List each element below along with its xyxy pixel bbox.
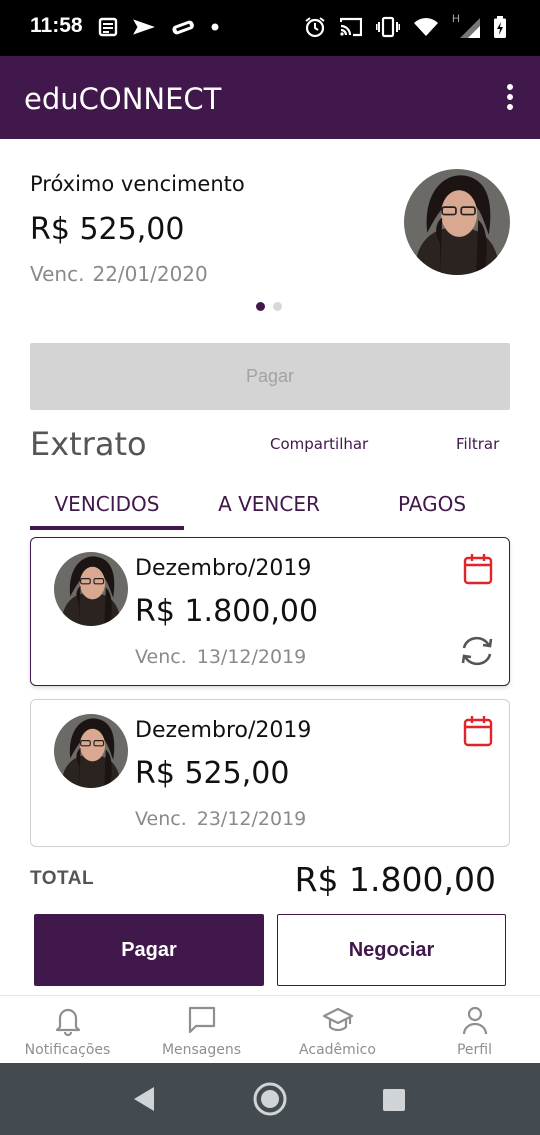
nav-label: Acadêmico (299, 1042, 376, 1058)
avatar (54, 552, 128, 626)
battery-icon (494, 16, 506, 38)
nav-item-messages[interactable]: Mensagens (134, 996, 269, 1064)
status-time: 11:58 (30, 14, 83, 37)
avatar (54, 714, 128, 788)
item-month: Dezembro/2019 (135, 718, 312, 743)
item-month: Dezembro/2019 (135, 556, 312, 581)
item-due-date: 13/12/2019 (196, 646, 307, 668)
status-bar: 11:58 H (0, 0, 540, 56)
recent-apps-icon[interactable] (383, 1089, 405, 1111)
home-icon[interactable] (252, 1081, 288, 1117)
nav-item-notifications[interactable]: Notificações (0, 996, 135, 1064)
message-icon (188, 1006, 215, 1034)
total-value: R$ 1.800,00 (294, 860, 496, 899)
statement-title: Extrato (30, 425, 147, 463)
next-due-amount: R$ 525,00 (30, 212, 185, 247)
filter-link[interactable]: Filtrar (456, 435, 499, 453)
back-icon[interactable] (130, 1085, 158, 1113)
item-due-label: Venc. (135, 646, 187, 668)
dot-icon (211, 23, 219, 31)
tab-pagos[interactable]: PAGOS (354, 482, 510, 530)
calendar-icon (463, 554, 493, 585)
item-due-date: 23/12/2019 (196, 808, 307, 830)
news-icon (98, 17, 118, 37)
item-amount: R$ 525,00 (135, 756, 290, 791)
statement-item[interactable]: Dezembro/2019 R$ 525,00 Venc. 23/12/2019 (30, 699, 510, 847)
pager-dot[interactable] (273, 302, 282, 311)
avatar[interactable] (404, 169, 510, 275)
alarm-icon (305, 17, 325, 38)
nav-label: Notificações (24, 1042, 111, 1058)
calendar-icon (463, 716, 493, 747)
game-icon (172, 20, 194, 35)
tab-indicator (30, 526, 184, 530)
pager-dot-active[interactable] (256, 302, 265, 311)
app-title: eduCONNECT (24, 82, 222, 116)
person-icon (462, 1006, 487, 1035)
more-vert-icon[interactable] (502, 84, 518, 112)
next-due-date-label: Venc. (30, 262, 85, 286)
tab-a-vencer[interactable]: A VENCER (184, 482, 354, 530)
total-label: TOTAL (30, 868, 95, 889)
carousel-pager (256, 302, 282, 311)
next-due-date-row: Venc. 22/01/2020 (30, 262, 208, 286)
nav-label: Perfil (456, 1042, 493, 1058)
vibrate-icon (376, 16, 400, 38)
nav-label: Mensagens (161, 1042, 242, 1058)
cast-icon (340, 17, 362, 37)
item-due-row: Venc. 23/12/2019 (135, 808, 306, 830)
next-due-label: Próximo vencimento (30, 172, 245, 196)
tab-vencidos[interactable]: VENCIDOS (30, 482, 184, 530)
pay-next-button[interactable]: Pagar (30, 343, 510, 410)
signal-network-label: H (452, 13, 460, 25)
send-icon (133, 19, 155, 35)
system-nav-bar (0, 1063, 540, 1135)
item-due-row: Venc. 13/12/2019 (135, 646, 306, 668)
next-due-date: 22/01/2020 (92, 262, 208, 286)
app-bar: eduCONNECT (0, 56, 540, 139)
nav-item-profile[interactable]: Perfil (407, 996, 540, 1064)
graduation-cap-icon (322, 1007, 353, 1032)
sync-icon[interactable] (459, 634, 495, 668)
statement-item[interactable]: Dezembro/2019 R$ 1.800,00 Venc. 13/12/201… (30, 537, 510, 686)
bell-icon (55, 1008, 80, 1036)
bottom-nav: Notificações Mensagens Acadêmico Perfil (0, 995, 540, 1063)
item-due-label: Venc. (135, 808, 187, 830)
statement-tabs: VENCIDOS A VENCER PAGOS (30, 482, 510, 532)
wifi-icon (414, 18, 438, 36)
item-amount: R$ 1.800,00 (135, 594, 319, 629)
share-link[interactable]: Compartilhar (270, 435, 368, 453)
nav-item-academic[interactable]: Acadêmico (270, 996, 405, 1064)
signal-icon: H (452, 13, 480, 38)
negotiate-button[interactable]: Negociar (277, 914, 506, 986)
pay-button[interactable]: Pagar (34, 914, 264, 986)
